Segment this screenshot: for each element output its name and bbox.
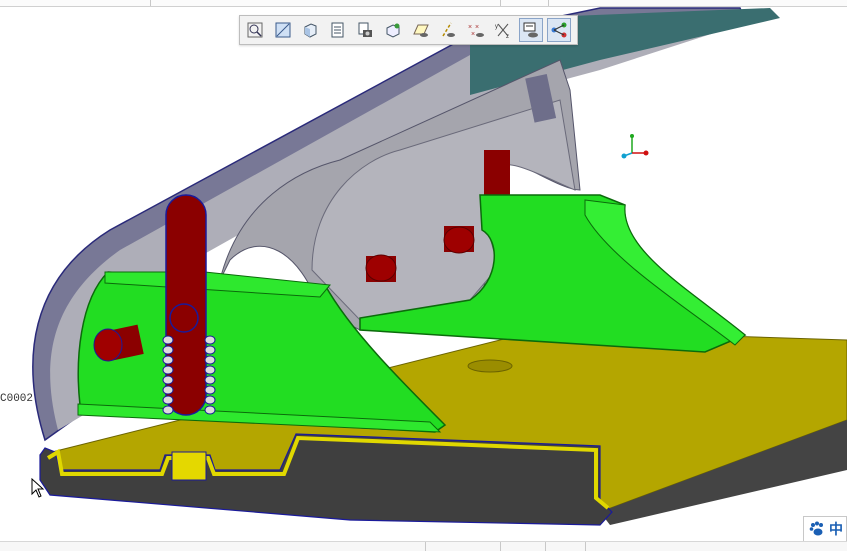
- ime-indicator[interactable]: 中: [803, 516, 847, 542]
- spin-center-button[interactable]: [381, 18, 405, 42]
- model-tree-icon: [551, 22, 567, 38]
- 3d-model-scene[interactable]: [0, 0, 847, 550]
- zoom-fit-button[interactable]: [243, 18, 267, 42]
- coordinate-systems-icon: yz: [495, 23, 509, 39]
- spin-center-icon: [386, 23, 400, 38]
- coordinate-triad: [621, 134, 649, 159]
- svg-text:×: ×: [468, 24, 472, 31]
- view-orientation-button[interactable]: [298, 18, 322, 42]
- datum-planes-button[interactable]: [409, 18, 433, 42]
- zoom-area-icon: [275, 22, 291, 38]
- zoom-fit-icon: [247, 22, 263, 38]
- datum-planes-icon: [412, 24, 429, 37]
- model-tree-button[interactable]: [546, 18, 571, 42]
- pin-right-2: [443, 226, 475, 254]
- annotation-display-button[interactable]: [518, 18, 543, 42]
- pin-right-1: [365, 254, 397, 282]
- view-orientation-icon: [304, 23, 317, 38]
- zoom-area-button[interactable]: [271, 18, 295, 42]
- plunger-pin: [169, 303, 199, 333]
- base-boss: [171, 451, 207, 481]
- coordinate-systems-button[interactable]: yz: [491, 18, 515, 42]
- datum-axes-button[interactable]: [436, 18, 460, 42]
- snapshot-button[interactable]: [353, 18, 377, 42]
- base-hole: [467, 359, 513, 373]
- ime-language-label: 中: [829, 521, 843, 537]
- graphics-viewport[interactable]: C0002 × × × yz 中: [0, 0, 847, 551]
- svg-text:×: ×: [471, 31, 475, 38]
- svg-text:z: z: [506, 34, 509, 39]
- annotation-label: C0002: [0, 393, 34, 405]
- saved-views-icon: [331, 22, 344, 38]
- saved-views-button[interactable]: [326, 18, 350, 42]
- datum-points-icon: × ××: [468, 24, 484, 38]
- annotation-display-icon: [523, 22, 538, 38]
- svg-text:y: y: [495, 24, 498, 30]
- svg-text:×: ×: [475, 24, 479, 31]
- pin-rear: [484, 150, 510, 198]
- graphics-toolbar: × × × yz: [239, 15, 578, 45]
- datum-points-button[interactable]: × × ×: [464, 18, 488, 42]
- mouse-cursor-icon: [31, 478, 45, 498]
- datum-axes-icon: [442, 22, 456, 37]
- paw-icon: [809, 521, 823, 536]
- snapshot-icon: [358, 22, 373, 37]
